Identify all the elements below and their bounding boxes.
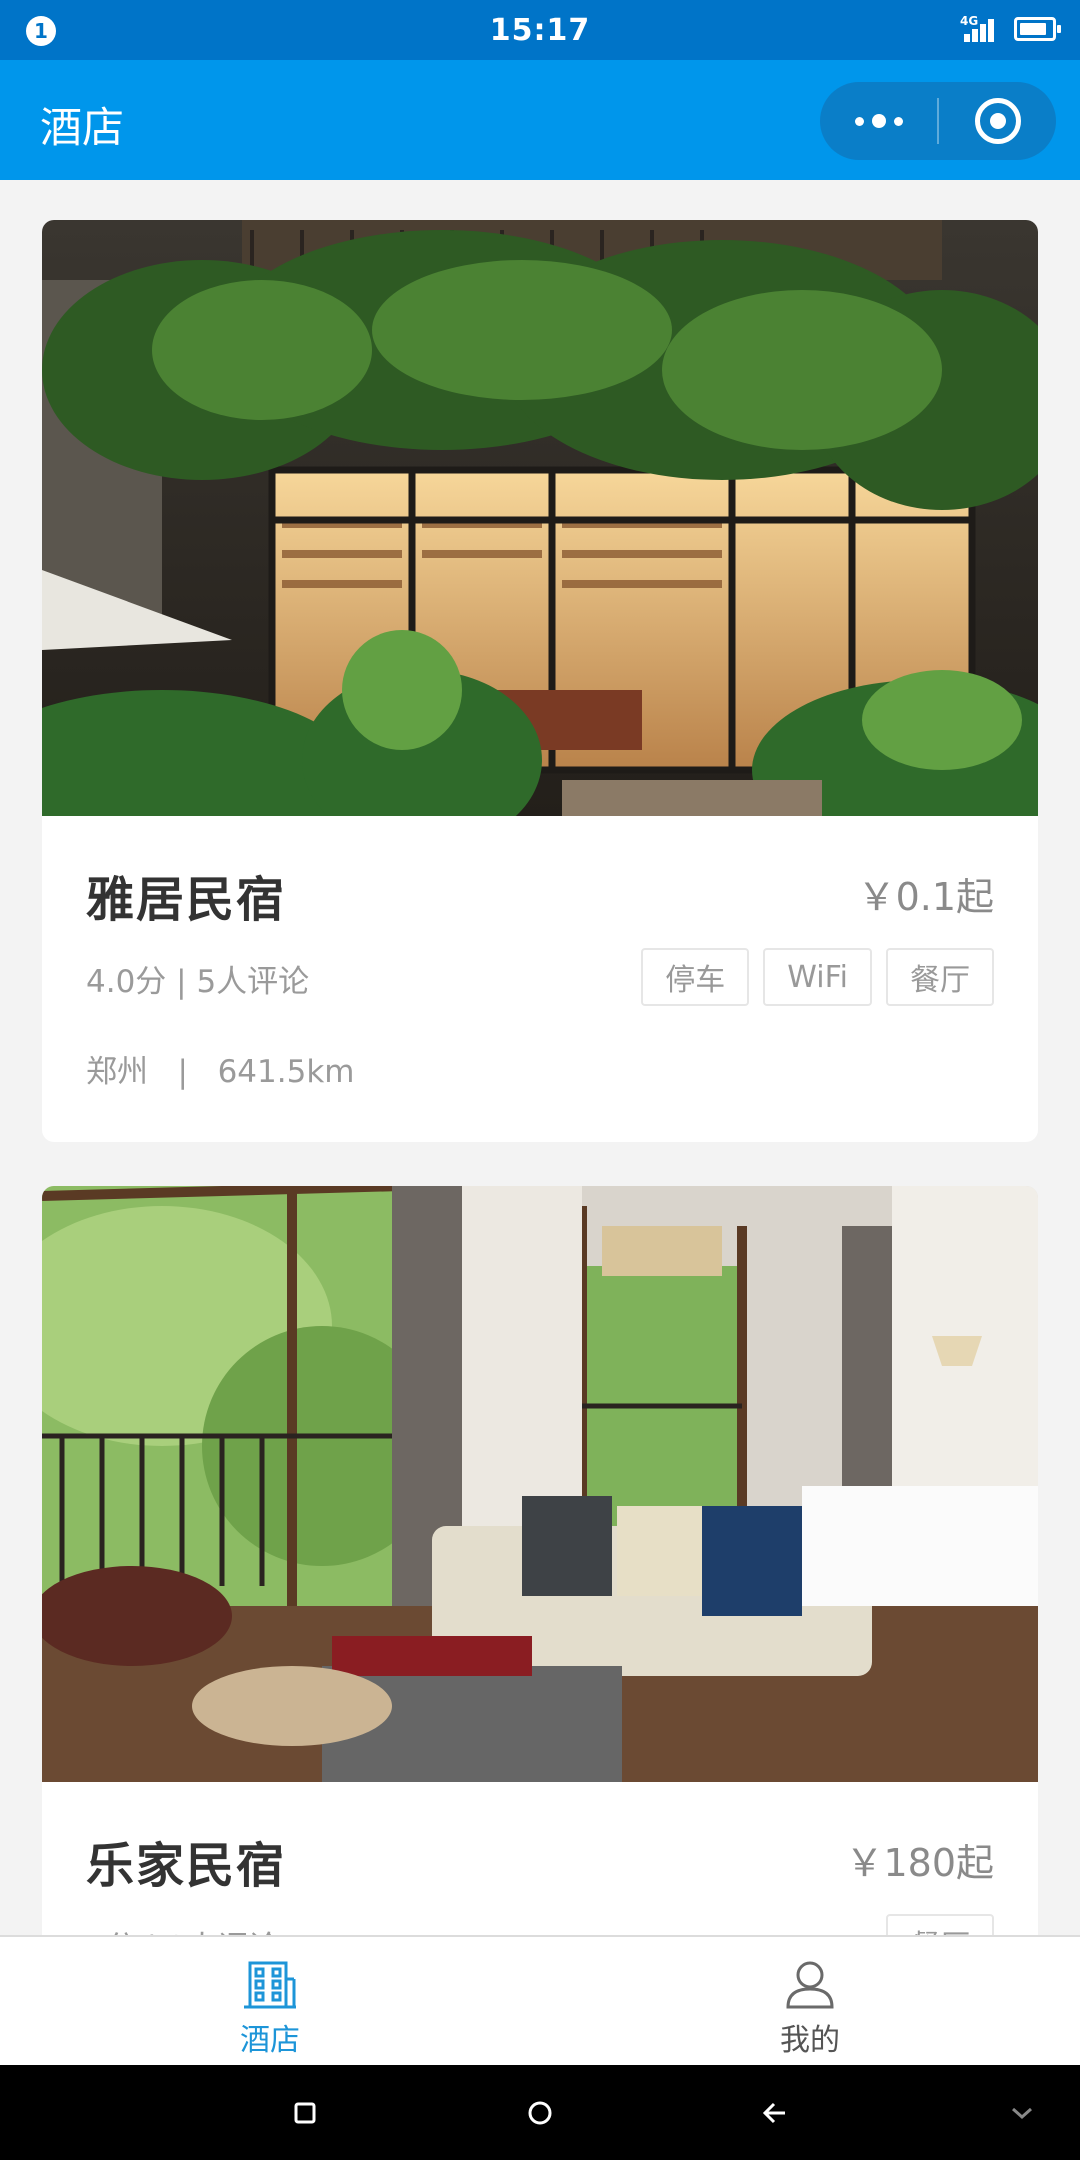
tab-hotel[interactable]: 酒店 <box>0 1937 540 2065</box>
tag-restaurant: 餐厅 <box>886 948 994 1006</box>
tab-bar: 酒店 我的 <box>0 1935 1080 2065</box>
system-nav-bar <box>0 2065 1080 2160</box>
home-button[interactable] <box>480 2065 600 2160</box>
chevron-down-icon <box>1012 2107 1032 2119</box>
hotel-card[interactable]: 乐家民宿 ￥180起 5分 | 3人评论 餐厅 <box>42 1186 1038 1935</box>
hotel-card[interactable]: 雅居民宿 ￥0.1起 4.0分 | 5人评论 停车 WiFi 餐厅 郑州 | 6… <box>42 220 1038 1142</box>
hotel-price: ￥180起 <box>845 1841 994 1885</box>
tag-restaurant: 餐厅 <box>886 1914 994 1935</box>
hotel-price: ￥0.1起 <box>857 875 994 919</box>
hotel-name: 雅居民宿 <box>86 872 287 928</box>
tag-parking: 停车 <box>641 948 750 1006</box>
hotel-photo[interactable] <box>42 1186 1038 1782</box>
battery-icon <box>1014 17 1061 41</box>
network-type: 4G <box>960 14 979 28</box>
back-arrow-icon <box>762 2102 785 2123</box>
more-button[interactable] <box>820 82 937 160</box>
amenity-tags: 停车 WiFi 餐厅 <box>641 948 994 1006</box>
circle-icon <box>528 2101 552 2124</box>
page-title: 酒店 <box>40 103 125 152</box>
recent-apps-button[interactable] <box>245 2065 365 2160</box>
square-icon <box>294 2102 316 2123</box>
status-time: 15:17 <box>489 12 591 48</box>
status-icons: 4G <box>960 14 1061 44</box>
notification-badge: 1 <box>26 16 56 46</box>
signal-icon: 4G <box>960 14 1000 44</box>
user-icon <box>786 1961 834 2009</box>
hotel-building-icon <box>244 1961 296 2009</box>
hide-nav-button[interactable] <box>972 2065 1072 2160</box>
back-button[interactable] <box>715 2065 835 2160</box>
close-button[interactable] <box>939 82 1056 160</box>
amenity-tags: 餐厅 <box>886 1914 994 1935</box>
hotel-name: 乐家民宿 <box>86 1838 287 1894</box>
status-bar: 1 15:17 4G <box>0 0 1080 60</box>
tab-hotel-label: 酒店 <box>240 2023 300 2058</box>
tab-mine-label: 我的 <box>780 2023 840 2058</box>
more-icon <box>854 114 903 128</box>
hotel-rating: 4.0分 | 5人评论 <box>86 964 310 1000</box>
mini-program-capsule <box>820 82 1056 160</box>
hotel-location: 郑州 | 641.5km <box>86 1054 355 1090</box>
nav-header: 酒店 <box>0 60 1080 180</box>
tab-mine[interactable]: 我的 <box>540 1937 1080 2065</box>
tag-wifi: WiFi <box>763 948 872 1006</box>
hotel-list[interactable]: 雅居民宿 ￥0.1起 4.0分 | 5人评论 停车 WiFi 餐厅 郑州 | 6… <box>0 180 1080 1935</box>
hotel-rating: 5分 | 3人评论 <box>86 1922 280 1935</box>
close-target-icon <box>974 98 1021 144</box>
hotel-photo[interactable] <box>42 220 1038 816</box>
